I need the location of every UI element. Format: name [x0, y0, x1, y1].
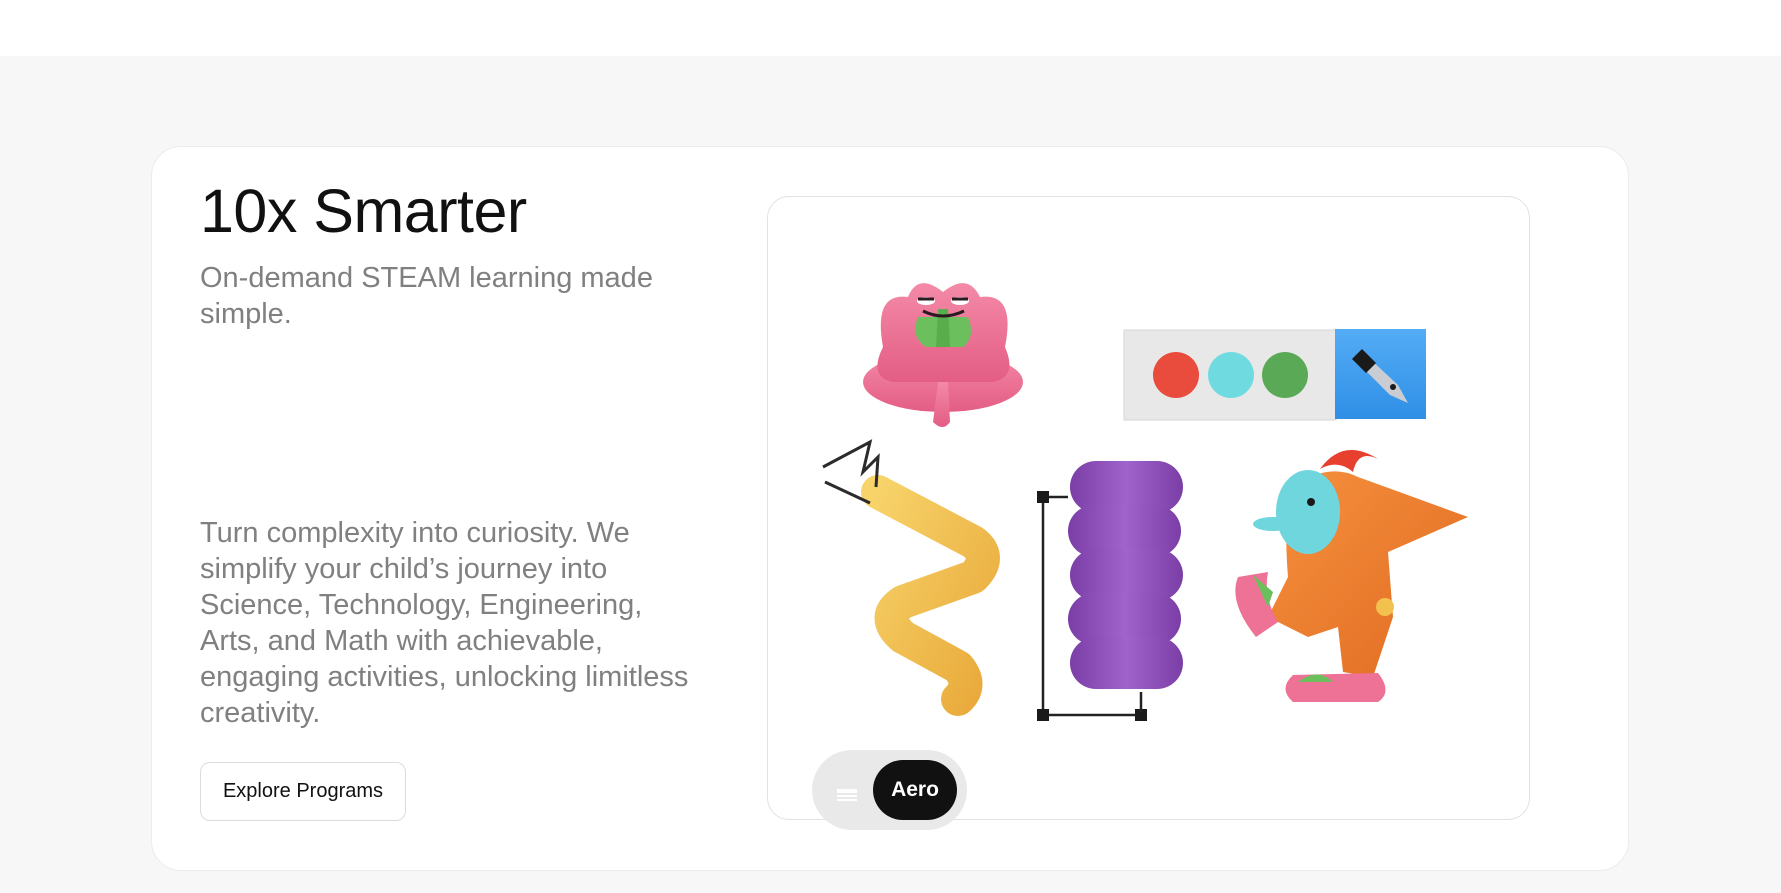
spring-shape-icon	[822, 439, 1000, 716]
stacked-coil-icon	[1068, 461, 1183, 689]
menu-lines	[837, 789, 857, 801]
color-palette-icon	[1123, 329, 1426, 421]
top-navigation-bar	[0, 0, 1781, 56]
meditating-figure-icon	[863, 283, 1023, 427]
hero-title: 10x Smarter	[200, 177, 527, 245]
theme-active-pill[interactable]: Aero	[873, 760, 957, 820]
illustration-panel	[767, 196, 1530, 820]
hero-description: Turn complexity into curiosity. We simpl…	[200, 517, 689, 729]
hero-subtitle: On-demand STEAM learning made simple.	[200, 262, 653, 330]
steam-illustration	[822, 283, 1468, 721]
walking-character-icon	[1235, 450, 1468, 702]
explore-programs-button[interactable]: Explore Programs	[200, 762, 406, 821]
menu-icon[interactable]	[826, 769, 868, 811]
